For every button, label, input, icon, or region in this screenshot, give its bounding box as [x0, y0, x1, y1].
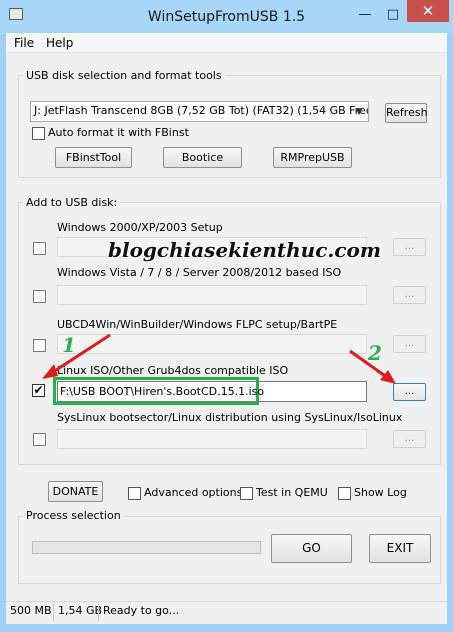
annotation-arrows	[42, 333, 396, 384]
arrow-2-icon	[349, 349, 396, 384]
arrow-1-icon	[42, 333, 111, 379]
